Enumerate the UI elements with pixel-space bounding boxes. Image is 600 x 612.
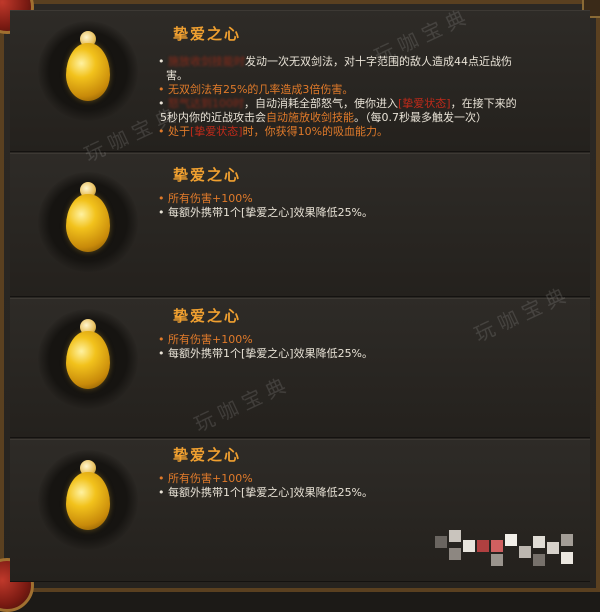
relic-card[interactable]: 挚爱之心 • 所有伤害+100% • 每额外携带1个[挚爱之心]效果降低25%。 [10,153,590,297]
description-line: • 怒气达到100时，自动消耗全部怒气，使你进入[挚爱状态]，在接下来的 [158,97,570,111]
description-text: 自动施放收剑技能 [266,111,354,124]
description-text: 怒气达到100时 [168,97,244,110]
relic-description: • 施放收剑技能时发动一次无双剑法，对十字范围的敌人造成44点近战伤 害。 • 无双… [158,55,570,139]
relic-title: 挚爱之心 [173,166,242,184]
description-text: ，自动消耗全部怒气，使你进入 [244,97,398,110]
description-line: • 处于[挚爱状态]时，你获得10%的吸血能力。 [158,125,570,139]
description-line: • 所有伤害+100% [158,333,570,347]
relic-description: • 所有伤害+100% • 每额外携带1个[挚爱之心]效果降低25%。 [158,472,570,500]
description-text: • 无双剑法有25%的几率造成3倍伤害。 [158,83,354,96]
description-line: • 每额外携带1个[挚爱之心]效果降低25%。 [158,206,570,220]
golden-heart-icon [66,43,110,101]
description-text: • 每额外携带1个[挚爱之心]效果降低25%。 [158,486,374,499]
description-line: 5秒内你的近战攻击会自动施放收剑技能。（每0.7秒最多触发一次） [158,111,570,125]
description-line: • 施放收剑技能时发动一次无双剑法，对十字范围的敌人造成44点近战伤 [158,55,570,69]
golden-heart-icon [66,331,110,389]
description-text: ，在接下来的 [450,97,517,110]
description-line: 害。 [158,69,570,83]
description-text: • 每额外携带1个[挚爱之心]效果降低25%。 [158,347,374,360]
description-text: • 所有伤害+100% [158,472,253,485]
relic-card[interactable]: 挚爱之心 • 施放收剑技能时发动一次无双剑法，对十字范围的敌人造成44点近战伤害… [10,10,590,152]
pixelated-watermark [435,530,585,574]
description-text: [挚爱状态] [190,125,243,138]
description-text: • 每额外携带1个[挚爱之心]效果降低25%。 [158,206,374,219]
golden-heart-icon [66,194,110,252]
golden-heart-icon [66,472,110,530]
relic-icon-frame [38,172,138,272]
description-text: 时，你获得10%的吸血能力。 [242,125,389,138]
description-line: • 每额外携带1个[挚爱之心]效果降低25%。 [158,347,570,361]
relic-icon-frame [38,21,138,121]
description-text: • 所有伤害+100% [158,333,253,346]
description-text: • 所有伤害+100% [158,192,253,205]
relic-description: • 所有伤害+100% • 每额外携带1个[挚爱之心]效果降低25%。 [158,333,570,361]
relic-description: • 所有伤害+100% • 每额外携带1个[挚爱之心]效果降低25%。 [158,192,570,220]
relic-title: 挚爱之心 [173,25,242,43]
relic-title: 挚爱之心 [173,446,242,464]
description-text: 害。 [166,69,188,82]
description-line: • 每额外携带1个[挚爱之心]效果降低25%。 [158,486,570,500]
description-line: • 所有伤害+100% [158,192,570,206]
description-text: [挚爱状态] [398,97,451,110]
relic-icon-frame [38,309,138,409]
description-line: • 无双剑法有25%的几率造成3倍伤害。 [158,83,570,97]
description-line: • 所有伤害+100% [158,472,570,486]
description-text: • [158,55,168,68]
description-text: 。（每0.7秒最多触发一次） [354,111,487,124]
relic-icon-frame [38,450,138,550]
description-text: 施放收剑技能时 [168,55,245,68]
relic-title: 挚爱之心 [173,307,242,325]
